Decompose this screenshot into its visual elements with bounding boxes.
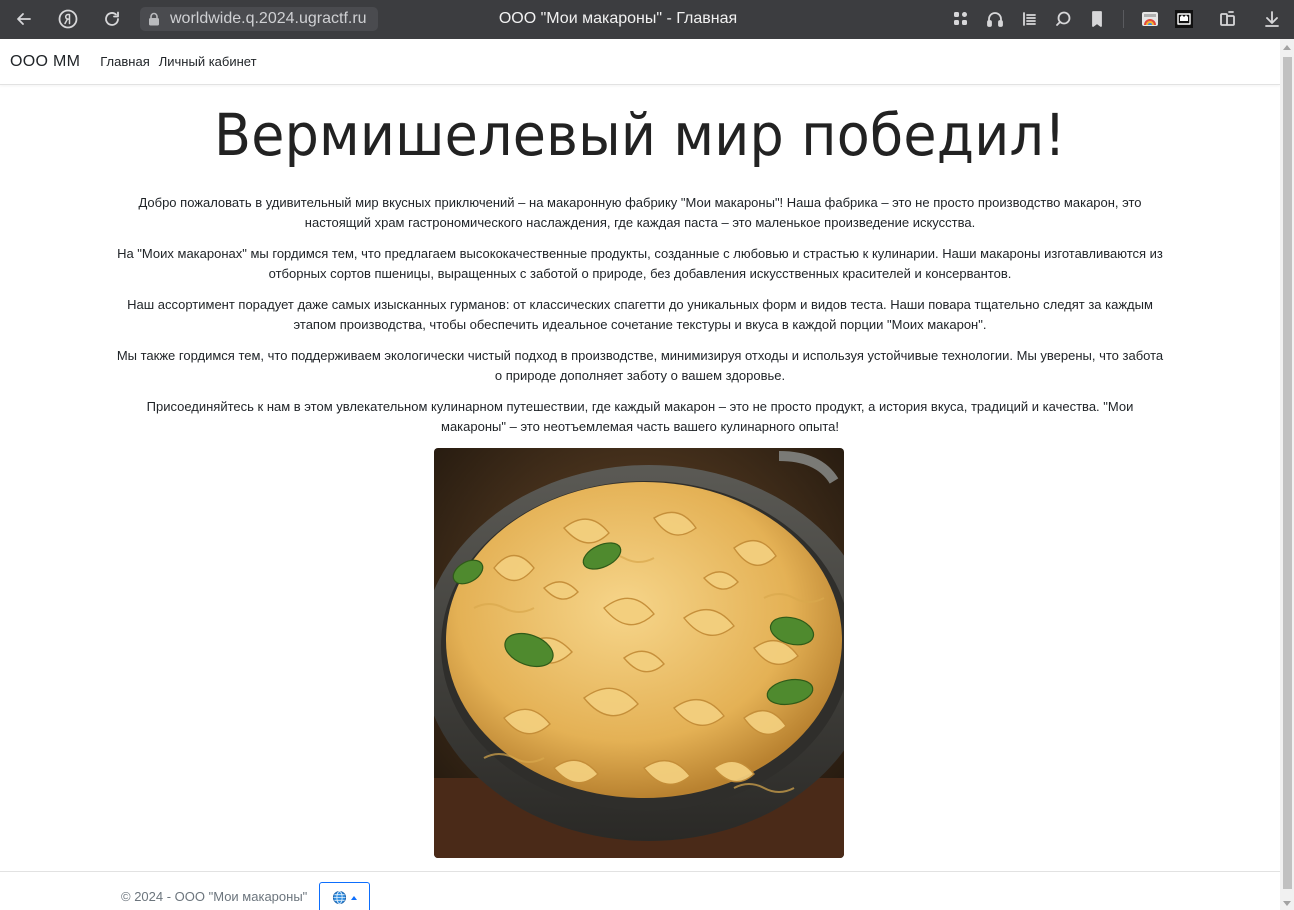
page-title: Вермишелевый мир победил! — [214, 101, 1066, 169]
download-icon[interactable] — [1256, 3, 1288, 35]
pasta-photo — [434, 448, 844, 858]
yandex-icon[interactable] — [52, 3, 84, 35]
bookmark-icon[interactable] — [1081, 3, 1113, 35]
paragraph-assortment: Наш ассортимент порадует даже самых изыс… — [127, 297, 1153, 332]
tab-title: ООО "Мои макароны" - Главная — [498, 10, 738, 27]
globe-icon — [332, 890, 347, 905]
nav-link-home[interactable]: Главная — [100, 54, 149, 69]
site-footer: © 2024 - ООО "Мои макароны" — [0, 871, 1280, 910]
headphones-icon[interactable] — [979, 3, 1011, 35]
nav-link-account[interactable]: Личный кабинет — [159, 54, 257, 69]
chat-icon[interactable] — [1047, 3, 1079, 35]
apps-icon[interactable] — [945, 3, 977, 35]
paragraph-quality: На "Моих макаронах" мы гордимся тем, что… — [117, 246, 1163, 281]
scroll-up-arrow-icon[interactable] — [1283, 45, 1291, 50]
extension-icon[interactable] — [1168, 3, 1200, 35]
paragraph-ecology: Мы также гордимся тем, что поддерживаем … — [116, 348, 1164, 383]
site-brand[interactable]: ООО ММ — [10, 53, 80, 71]
paragraph-join: Присоединяйтесь к нам в этом увлекательн… — [146, 399, 1134, 434]
lock-icon — [149, 12, 159, 26]
toolbar-separator — [1123, 10, 1124, 28]
browser-toolbar: worldwide.q.2024.ugractf.ru ООО "Мои мак… — [0, 0, 1294, 39]
caret-up-icon — [351, 895, 357, 900]
back-arrow-icon[interactable] — [8, 3, 40, 35]
reload-icon[interactable] — [96, 3, 128, 35]
language-dropdown-button[interactable] — [319, 882, 370, 910]
address-bar[interactable]: worldwide.q.2024.ugractf.ru — [140, 7, 378, 31]
page-scrollbar[interactable] — [1280, 39, 1294, 910]
reader-icon[interactable] — [1013, 3, 1045, 35]
intro-text: Добро пожаловать в удивительный мир вкус… — [115, 193, 1165, 448]
scroll-down-arrow-icon[interactable] — [1283, 901, 1291, 906]
page-viewport: ООО ММ Главная Личный кабинет Вермишелев… — [0, 39, 1280, 910]
gallery-icon[interactable] — [1134, 3, 1166, 35]
scrollbar-thumb[interactable] — [1283, 57, 1292, 889]
site-navbar: ООО ММ Главная Личный кабинет — [0, 39, 1280, 85]
copyright-text: © 2024 - ООО "Мои макароны" — [121, 889, 308, 904]
collections-icon[interactable] — [1212, 3, 1244, 35]
url-text: worldwide.q.2024.ugractf.ru — [170, 10, 367, 27]
paragraph-welcome: Добро пожаловать в удивительный мир вкус… — [138, 195, 1142, 230]
